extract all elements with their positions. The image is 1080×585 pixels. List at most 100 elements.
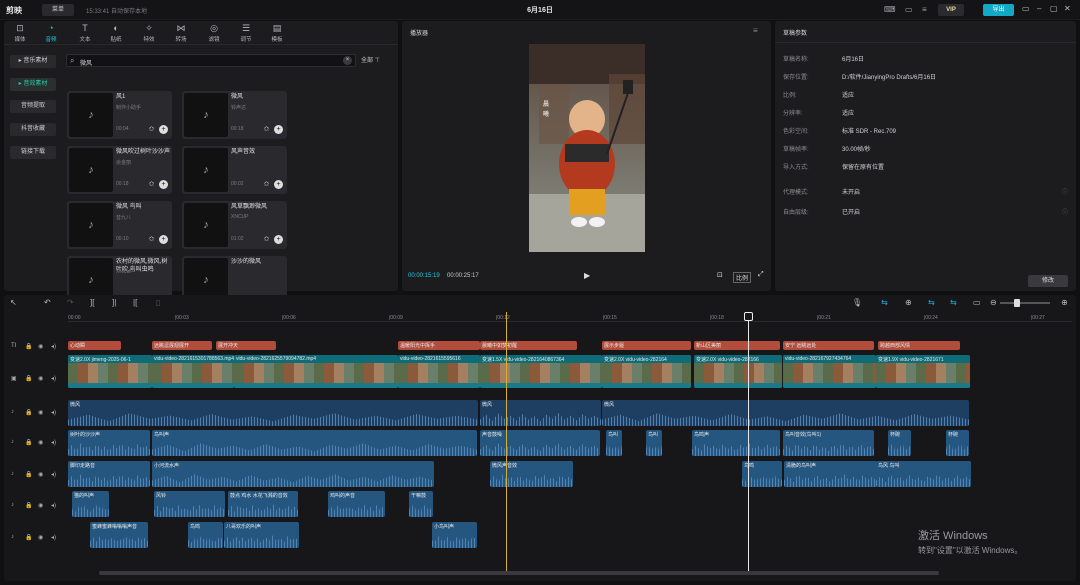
add-icon[interactable]: + [274, 235, 283, 244]
menu-button[interactable]: 菜单 [42, 4, 74, 16]
speaker-icon[interactable]: ◂) [51, 502, 56, 509]
text-clip[interactable]: 新山区美丽 [694, 341, 780, 350]
sound-card[interactable]: ♪ 风声音效 00:02 ✩ + [182, 146, 287, 194]
zoom-slider[interactable] [1000, 299, 1050, 307]
ratio-button[interactable]: 比例 [733, 272, 752, 283]
player-menu-icon[interactable]: ≡ [753, 26, 758, 35]
text-clip[interactable]: 远眺逗展翅展开 [152, 341, 212, 350]
favorite-icon[interactable]: ✩ [262, 180, 271, 189]
settings-icon[interactable]: ≡ [922, 5, 927, 14]
video-clip[interactable]: vidu-video-2821615301788563.mp4 00:00:04… [152, 355, 234, 388]
layout-toggle-icon[interactable]: ▭ [1022, 4, 1030, 13]
maximize-icon[interactable]: ▢ [1050, 4, 1058, 13]
tab-filters[interactable]: ◎ 滤镜 [200, 23, 228, 43]
audio-clip[interactable]: 杯碗 [888, 430, 911, 456]
redo-icon[interactable]: ↷ [67, 298, 74, 307]
filter-dropdown[interactable]: 全部 ⊤ [361, 55, 380, 64]
text-clip[interactable]: 跨越西部风情 [878, 341, 960, 350]
audio-clip[interactable]: 蜜蜂蜜蜂嗡嗡嗡声音 [90, 522, 148, 548]
link-icon[interactable]: ⇆ [881, 298, 888, 307]
export-button[interactable]: 导出 [983, 4, 1014, 16]
audio-clip[interactable]: 小河流水声 [152, 461, 434, 487]
tab-text[interactable]: T 文本 [71, 23, 99, 43]
add-icon[interactable]: + [159, 125, 168, 134]
sound-card[interactable]: ♪ 风1 制作小助手 00:04 ✩ + [67, 91, 172, 139]
preview-axis-icon[interactable]: ⇆ [950, 298, 957, 307]
audio-clip[interactable]: 鸡叫的声音 [328, 491, 385, 517]
audio-clip[interactable]: 清脆的鸟叫声 [784, 461, 877, 487]
subnav-extract-audio[interactable]: 音频提取 [10, 100, 56, 113]
eye-icon[interactable]: ◉ [38, 534, 43, 541]
clear-search-icon[interactable]: × [343, 56, 352, 65]
tab-media[interactable]: ⊡ 媒体 [6, 23, 34, 43]
delete-icon[interactable]: ▯ [156, 298, 160, 307]
eye-icon[interactable]: ◉ [38, 502, 43, 509]
audio-clip[interactable]: 猫的叫声 [72, 491, 109, 517]
zoom-out-icon[interactable]: ⊖ [990, 298, 997, 307]
layout-icon[interactable]: ▭ [905, 5, 913, 14]
add-icon[interactable]: + [274, 125, 283, 134]
text-clip[interactable]: 安宁 远眺远处 [783, 341, 874, 350]
info-icon[interactable]: ⓘ [1062, 207, 1068, 216]
time-ruler[interactable]: 00:00 |00:03 |00:06 |00:09 |00:12 |00:15 |00:1… [68, 312, 1072, 322]
eye-icon[interactable]: ◉ [38, 471, 43, 478]
video-clip[interactable]: 变速1.5X vidu-video-2821640867364 [480, 355, 602, 388]
eye-icon[interactable]: ◉ [38, 439, 43, 446]
split-right-icon[interactable]: |[ [133, 298, 137, 307]
favorite-icon[interactable]: ✩ [147, 125, 156, 134]
audio-clip[interactable]: 小鸟叫声 [432, 522, 477, 548]
lock-icon[interactable]: 🔒 [25, 375, 32, 382]
minimize-icon[interactable]: – [1037, 4, 1041, 13]
speaker-icon[interactable]: ◂) [51, 471, 56, 478]
subnav-music[interactable]: ▸ 音乐素材 [10, 55, 56, 68]
modify-button[interactable]: 修改 [1028, 275, 1068, 287]
audio-clip[interactable]: 风铃 [154, 491, 225, 517]
fullscreen-icon[interactable]: ⤢ [758, 271, 764, 279]
favorite-icon[interactable]: ✩ [147, 180, 156, 189]
text-clip[interactable]: 温暖阳光中挥手 [398, 341, 480, 350]
lock-icon[interactable]: 🔒 [25, 502, 32, 509]
sound-card[interactable]: ♪ 微风吹过树叶沙沙声 余金丽 00:18 ✩ + [67, 146, 172, 194]
subnav-sound-effects[interactable]: ▸ 音效素材 [10, 78, 56, 91]
subnav-douyin-favorites[interactable]: 抖音收藏 [10, 123, 56, 136]
playhead-handle[interactable] [744, 312, 753, 321]
audio-clip[interactable]: 鸟叫 [646, 430, 662, 456]
snap-icon[interactable]: ⇆ [928, 298, 935, 307]
audio-clip[interactable]: 鸟风 鸟叫 [876, 461, 971, 487]
keyboard-icon[interactable]: ⌨ [884, 5, 896, 14]
speaker-icon[interactable]: ◂) [51, 343, 56, 350]
lock-icon[interactable]: 🔒 [25, 409, 32, 416]
audio-clip[interactable]: 鸟叫音效(鸟叫1) [783, 430, 874, 456]
text-clip[interactable]: 心动瞬 [68, 341, 121, 350]
speaker-icon[interactable]: ◂) [51, 375, 56, 382]
add-icon[interactable]: + [159, 180, 168, 189]
lock-icon[interactable]: 🔒 [25, 534, 32, 541]
video-clip[interactable]: vidu-video-2821615595616 [398, 355, 480, 388]
subnav-link-download[interactable]: 链接下载 [10, 146, 56, 159]
audio-clip[interactable]: 微风声音效 [490, 461, 573, 487]
audio-clip[interactable]: 杯碗 [946, 430, 969, 456]
search-input[interactable]: ⌕ 微风 × [66, 54, 356, 67]
lock-icon[interactable]: 🔒 [25, 439, 32, 446]
audio-clip[interactable]: 鸟叫声 [152, 430, 477, 456]
video-clip[interactable]: 变速1.9X vidu-video-2821671 [876, 355, 970, 388]
fit-icon[interactable]: ⊡ [717, 271, 723, 279]
audio-clip[interactable]: 微风 [602, 400, 969, 426]
video-clip[interactable]: vidu-video-282167927434764 [783, 355, 876, 388]
video-clip[interactable]: vidu-video-2821625579094782.mp4 [234, 355, 398, 388]
close-icon[interactable]: ✕ [1064, 4, 1071, 13]
cover-icon[interactable]: ▭ [973, 298, 981, 307]
audio-clip[interactable]: 鸟叫 [606, 430, 622, 456]
audio-clip[interactable]: 鼓点 鸡水 水花飞溅的音效 [228, 491, 298, 517]
sound-card[interactable]: ♪ 风草飘渺微风 XNCUP 01:02 ✩ + [182, 201, 287, 249]
split-left-icon[interactable]: ]| [112, 298, 116, 307]
speaker-icon[interactable]: ◂) [51, 439, 56, 446]
play-icon[interactable]: ▶ [584, 271, 590, 280]
select-tool-icon[interactable]: ↖ [10, 298, 17, 307]
eye-icon[interactable]: ◉ [38, 343, 43, 350]
eye-icon[interactable]: ◉ [38, 409, 43, 416]
horizontal-scrollbar[interactable] [99, 571, 939, 575]
sound-card[interactable]: ♪ 微风 铃声达 00:18 ✩ + [182, 91, 287, 139]
lock-icon[interactable]: 🔒 [25, 471, 32, 478]
favorite-icon[interactable]: ✩ [262, 235, 271, 244]
